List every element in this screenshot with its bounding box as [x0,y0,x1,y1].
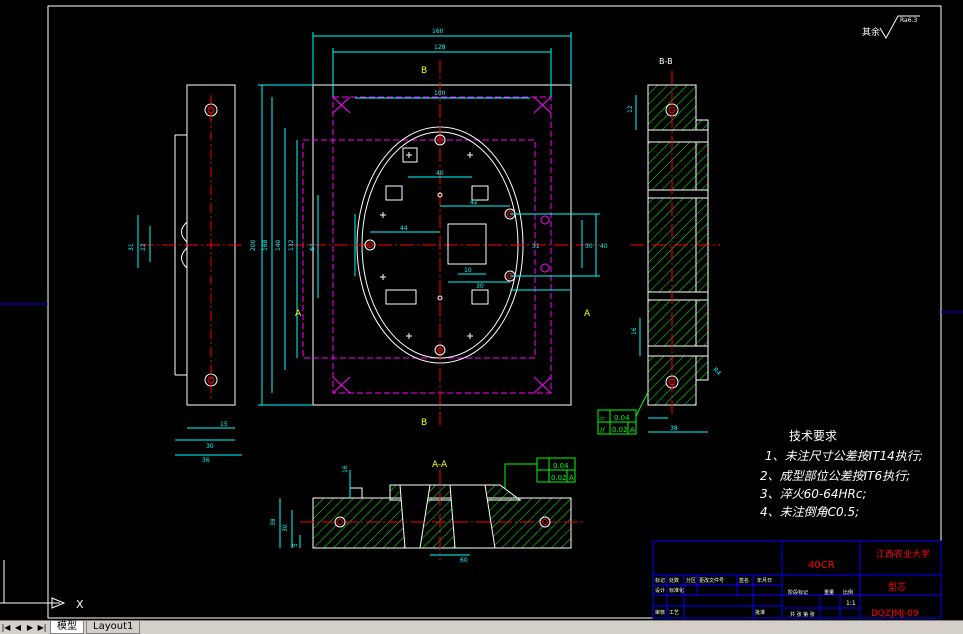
svg-text:64: 64 [309,243,316,251]
svg-text:A: A [569,474,574,482]
tab-next-arrow-icon[interactable]: ▶ [24,622,36,633]
svg-text:132: 132 [288,239,295,251]
svg-text:30: 30 [206,443,214,450]
svg-text:40: 40 [436,170,444,177]
tab-layout1[interactable]: Layout1 [86,621,141,634]
svg-text:R4: R4 [711,366,722,377]
svg-text:15: 15 [220,421,228,428]
section-aa-title: A-A [432,460,448,470]
svg-text:38: 38 [670,425,678,432]
svg-text:5: 5 [292,543,299,547]
svg-text:30: 30 [585,243,593,250]
plan-view [290,60,600,425]
flatness-icon: ▱ [599,414,605,422]
tech-item-3: 3、淬火60-64HRc; [760,487,867,501]
svg-text:160: 160 [432,28,444,35]
svg-text:比例: 比例 [843,589,853,596]
school-text: 江西农业大学 [876,548,930,560]
drawing-svg: 其余 Ra6.3 160 128 100 200 168 140 132 64 … [0,5,963,619]
svg-text:审核: 审核 [655,609,665,616]
svg-text:140: 140 [275,239,282,251]
svg-text:阶段标记: 阶段标记 [788,589,808,596]
svg-text:31: 31 [532,243,540,250]
svg-text:30: 30 [476,283,484,290]
section-mark-a-right: A [584,309,591,319]
svg-text:A: A [630,426,635,434]
svg-text:签名: 签名 [739,577,749,584]
tab-first-arrow-icon[interactable]: |◀ [0,622,12,633]
svg-text:工艺: 工艺 [669,610,679,616]
svg-text:38: 38 [270,518,277,526]
svg-text:10: 10 [464,267,472,274]
svg-text:100: 100 [434,90,446,97]
section-mark-b-bottom: B [421,418,427,428]
svg-text:分区: 分区 [686,577,696,584]
svg-text:标准化: 标准化 [669,587,684,594]
svg-text:40: 40 [600,243,608,250]
section-bb-view [630,70,720,415]
tech-item-1: 1、未注尺寸公差按IT14执行; [765,449,923,463]
tab-model[interactable]: 模型 [50,621,84,634]
section-mark-a-left: A [295,309,302,319]
svg-text:共 张 第 张: 共 张 第 张 [790,611,815,618]
svg-text:168: 168 [262,239,269,251]
svg-text:44: 44 [400,225,408,232]
parallel-icon: // [600,426,605,434]
svg-text:设计: 设计 [655,587,665,594]
plan-dim-text: 160 128 100 200 168 140 132 64 44 40 42 … [250,28,608,290]
tab-last-arrow-icon[interactable]: ▶| [36,622,48,633]
scale-text: 1:1 [846,600,856,607]
svg-text:处数: 处数 [669,577,679,584]
svg-text:36: 36 [202,457,210,464]
svg-text:0.04: 0.04 [614,414,630,422]
svg-text:重量: 重量 [824,589,834,596]
svg-text:标记: 标记 [655,577,665,584]
drawing-number-text: DQZJMJ-09 [871,609,919,619]
svg-text:批准: 批准 [755,609,765,616]
svg-text:60: 60 [460,557,468,564]
material-text: 40CR [808,560,835,571]
svg-text:200: 200 [250,239,257,251]
ucs-icon [0,560,66,609]
svg-text:30: 30 [282,524,289,532]
svg-text:22: 22 [140,243,147,251]
svg-text:31: 31 [128,243,135,251]
left-dims [137,215,242,456]
svg-text:0.02: 0.02 [612,426,628,434]
section-bb-title: B-B [659,57,673,66]
svg-text:0.04: 0.04 [553,462,569,470]
roughness-label: 其余 [862,26,880,38]
tech-item-4: 4、未注倒角C0.5; [760,505,859,519]
svg-text:128: 128 [434,44,446,51]
left-side-view [140,84,245,406]
ucs-x-label: X [76,598,84,611]
section-mark-b-top: B [421,66,427,76]
roughness-value: Ra6.3 [900,17,917,24]
part-name-text: 型芯 [888,581,906,593]
svg-text:42: 42 [470,199,478,206]
svg-text:16: 16 [342,465,349,473]
layout-tabs-bar: |◀ ◀ ▶ ▶| 模型 Layout1 [0,620,963,634]
svg-text:12: 12 [627,105,634,113]
svg-text:16: 16 [631,327,638,335]
tech-item-2: 2、成型部位公差按IT6执行; [760,469,910,483]
svg-text:年月日: 年月日 [757,577,772,584]
tab-prev-arrow-icon[interactable]: ◀ [12,622,24,633]
svg-text:0.02: 0.02 [551,474,567,482]
section-aa-view [300,470,585,560]
tech-requirements-title: 技术要求 [789,429,837,443]
svg-text:更改文件号: 更改文件号 [699,577,724,584]
cad-drawing-canvas[interactable]: 其余 Ra6.3 160 128 100 200 168 140 132 64 … [0,0,963,620]
